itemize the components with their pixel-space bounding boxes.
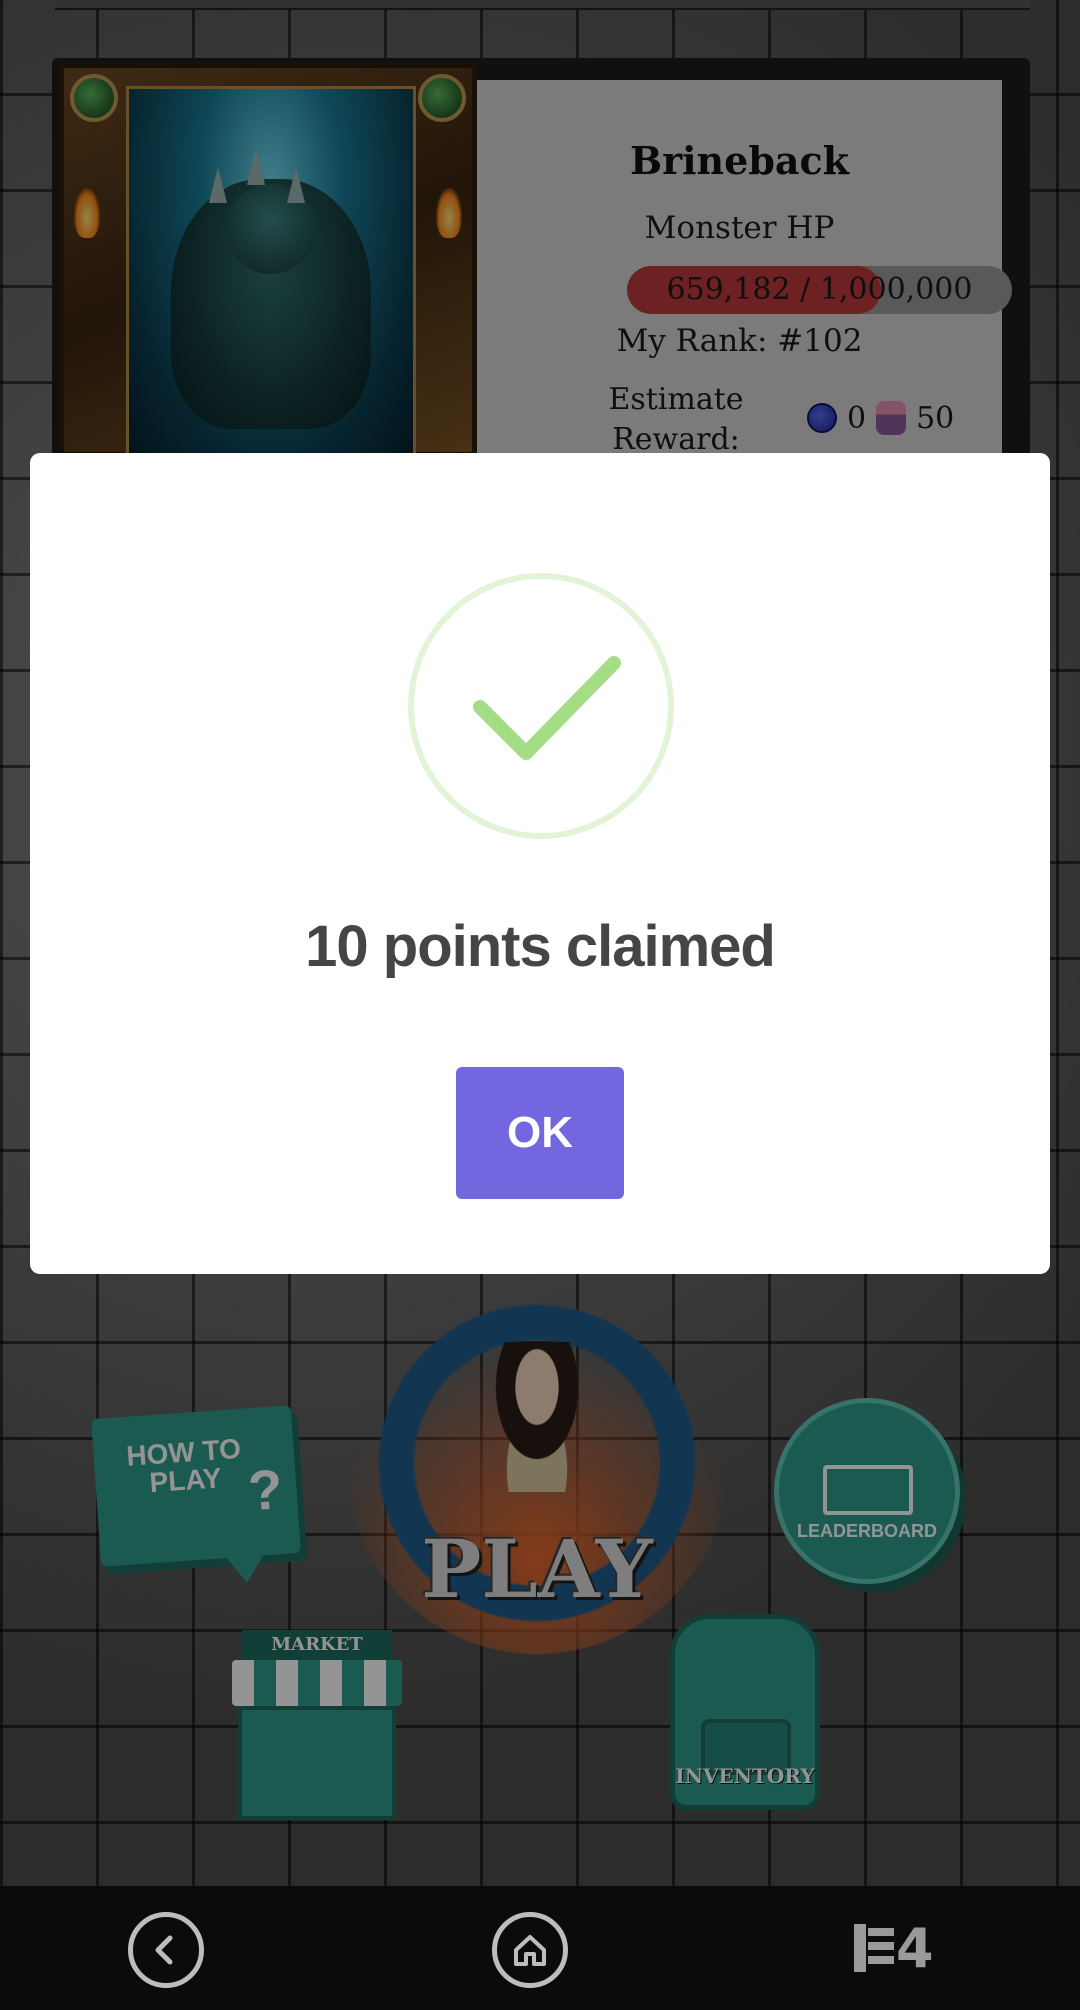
chevron-left-icon: [128, 1912, 204, 1988]
home-button[interactable]: [492, 1912, 568, 1988]
logo-bars-icon: [854, 1924, 894, 1972]
checkmark-icon: [473, 656, 621, 760]
success-check-icon: [408, 573, 674, 839]
back-button[interactable]: [128, 1912, 204, 1988]
ok-button[interactable]: OK: [456, 1067, 624, 1199]
bottom-nav: 4: [0, 1886, 1080, 2010]
dialog-title: 10 points claimed: [305, 914, 776, 979]
logo-number: 4: [896, 1916, 934, 1980]
success-dialog: 10 points claimed OK: [30, 453, 1050, 1274]
app-logo[interactable]: 4: [852, 1916, 952, 1980]
home-icon: [492, 1912, 568, 1988]
